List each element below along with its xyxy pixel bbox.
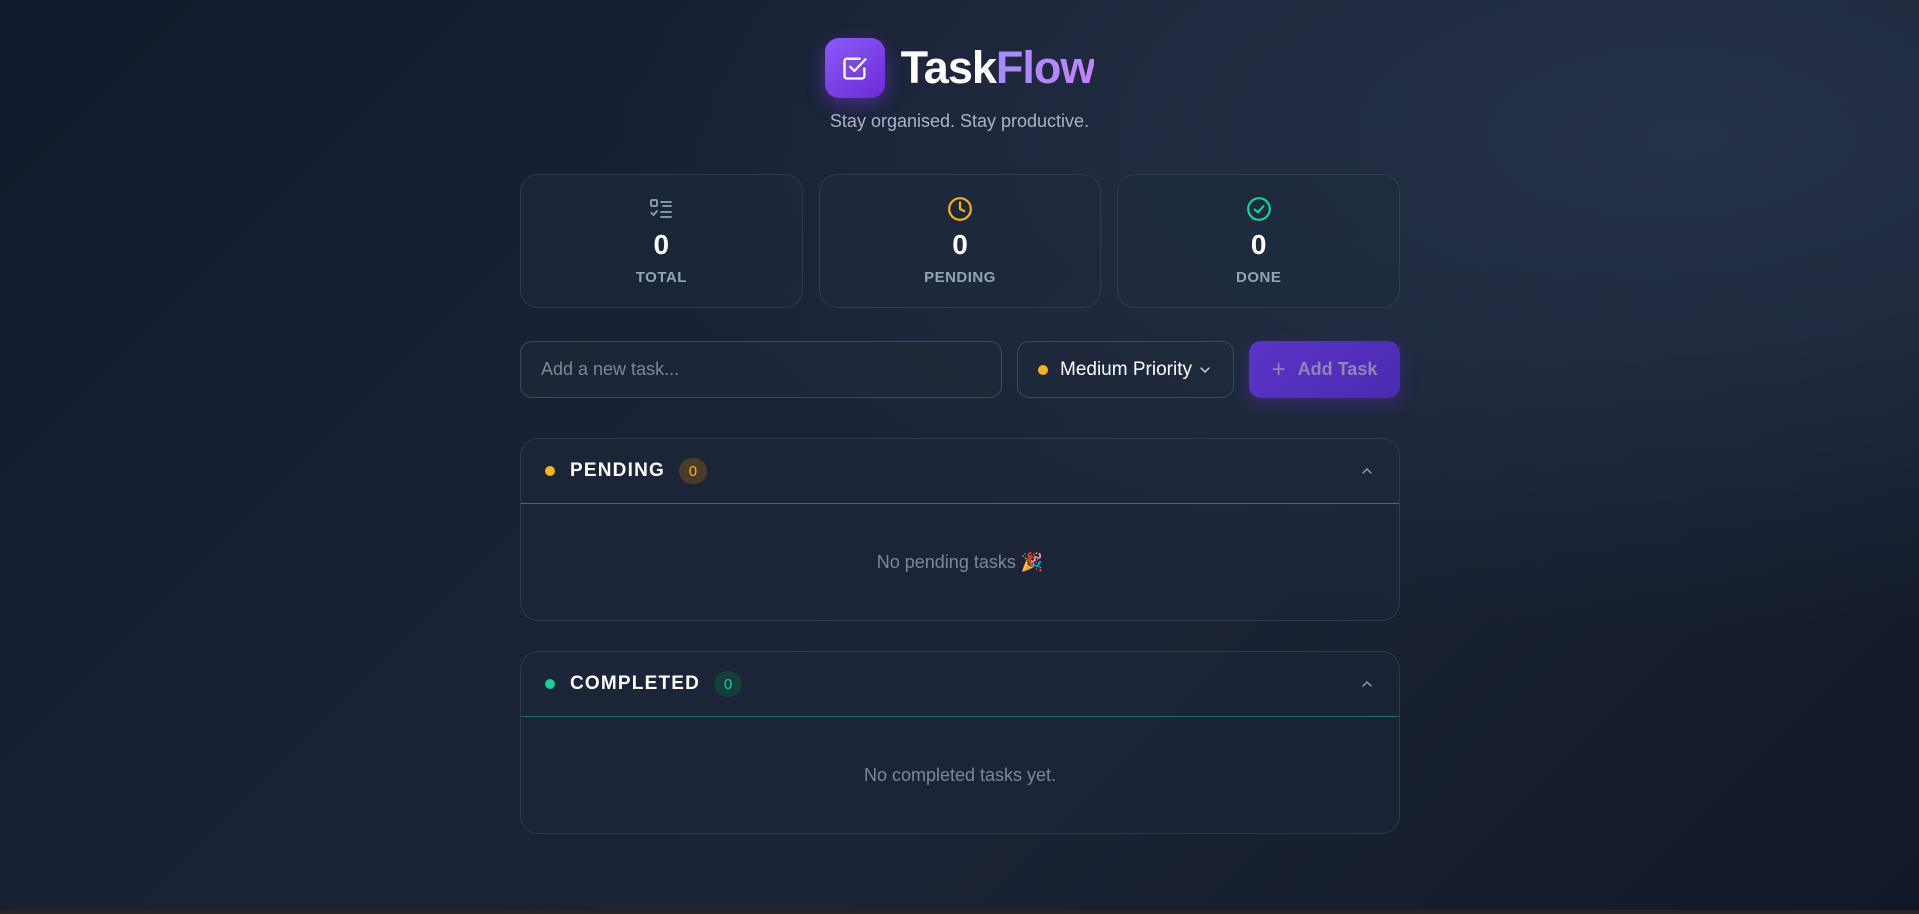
app-title-flow: Flow xyxy=(995,42,1095,93)
completed-section-header[interactable]: COMPLETED 0 xyxy=(521,652,1399,717)
stat-pending-value: 0 xyxy=(952,229,968,260)
checklist-icon xyxy=(649,195,673,223)
priority-select[interactable]: Medium Priority xyxy=(1017,341,1234,398)
add-task-label: Add Task xyxy=(1297,359,1378,379)
completed-section: COMPLETED 0 No completed tasks yet. xyxy=(520,651,1400,834)
pending-empty-message: No pending tasks 🎉 xyxy=(876,552,1044,572)
plus-icon: + xyxy=(1271,355,1286,383)
stat-done-label: DONE xyxy=(1236,269,1282,286)
app-title-task: Task xyxy=(900,42,997,93)
completed-dot xyxy=(545,679,555,689)
stat-pending-label: PENDING xyxy=(924,269,996,286)
completed-section-title: COMPLETED xyxy=(570,673,701,694)
chevron-up-icon[interactable] xyxy=(1359,463,1375,479)
pending-dot xyxy=(545,466,555,476)
stat-total-label: TOTAL xyxy=(635,269,687,286)
stat-card-done: 0 DONE xyxy=(1117,174,1401,308)
app-title: TaskFlow xyxy=(900,38,1096,98)
pending-section-title: PENDING xyxy=(570,460,665,481)
app-subtitle: Stay organised. Stay productive. xyxy=(829,111,1090,131)
bottom-edge xyxy=(0,910,1919,914)
add-task-button[interactable]: + Add Task xyxy=(1249,341,1400,398)
pending-section-header[interactable]: PENDING 0 xyxy=(521,439,1399,504)
pending-count-badge: 0 xyxy=(678,458,707,484)
priority-dot xyxy=(1038,364,1048,375)
stat-done-value: 0 xyxy=(1250,229,1267,260)
chevron-down-icon xyxy=(1200,366,1210,373)
stat-card-pending: 0 PENDING xyxy=(818,174,1102,308)
chevron-up-icon[interactable] xyxy=(1359,676,1375,692)
clock-icon xyxy=(947,195,973,223)
app-header: TaskFlow xyxy=(0,38,1919,98)
stats-row: 0 TOTAL 0 PENDING 0 DONE xyxy=(520,174,1401,308)
completed-count-badge: 0 xyxy=(714,671,743,697)
logo xyxy=(824,38,885,98)
stat-total-value: 0 xyxy=(653,229,670,260)
priority-selected-label: Medium Priority xyxy=(1060,358,1192,380)
task-input[interactable] xyxy=(520,341,1002,398)
pending-section: PENDING 0 No pending tasks 🎉 xyxy=(520,438,1400,621)
check-circle-icon xyxy=(1246,195,1272,223)
stat-card-total: 0 TOTAL xyxy=(520,174,803,308)
completed-empty-message: No completed tasks yet. xyxy=(863,765,1057,785)
checkbox-icon xyxy=(842,57,867,80)
add-task-row: Medium Priority + Add Task xyxy=(520,341,1400,398)
